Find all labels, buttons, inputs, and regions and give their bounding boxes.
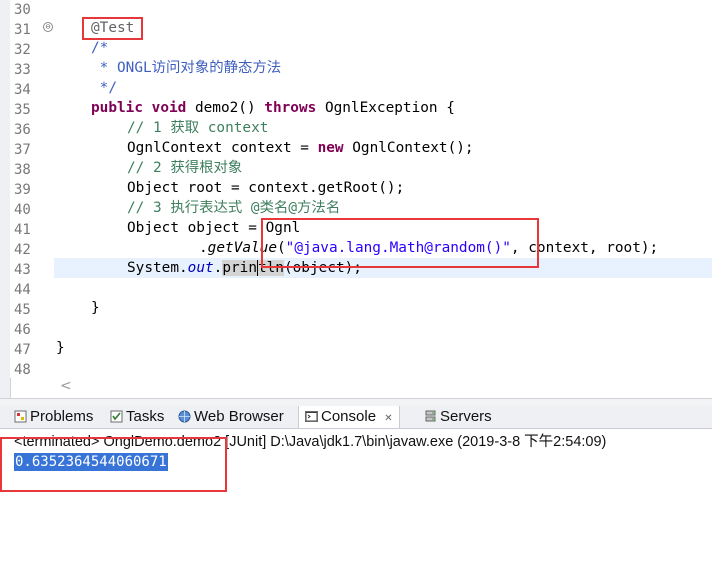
output-highlight-box [0, 437, 227, 492]
code-line-35: public void demo2() throws OgnlException… [91, 100, 455, 116]
code-line-36: // 1 获取 context [127, 120, 269, 136]
line-number: 40 [14, 202, 31, 218]
problems-icon [14, 408, 27, 423]
scroll-left-arrow-icon[interactable]: < [60, 378, 72, 394]
line-number: 41 [14, 222, 31, 238]
tab-tasks[interactable]: Tasks [110, 406, 164, 428]
line-number: 38 [14, 162, 31, 178]
code-line-47: } [56, 340, 65, 356]
tab-servers[interactable]: Servers [424, 406, 492, 428]
tab-web-browser[interactable]: Web Browser [178, 406, 284, 428]
line-number: 32 [14, 42, 31, 58]
code-line-33: * ONGL访问对象的静态方法 [91, 60, 282, 76]
bottom-panel-tabs: Problems Tasks Web Browser Console ✕ Ser… [0, 406, 712, 429]
line-number: 39 [14, 182, 31, 198]
tab-console[interactable]: Console ✕ [298, 406, 400, 428]
code-line-40: // 3 执行表达式 @类名@方法名 [127, 200, 341, 216]
line-number: 37 [14, 142, 31, 158]
line-number: 30 [14, 2, 31, 18]
code-line-39: Object root = context.getRoot(); [127, 180, 405, 196]
code-line-38: // 2 获得根对象 [127, 160, 243, 176]
close-icon[interactable]: ✕ [384, 413, 392, 424]
globe-icon [178, 408, 191, 423]
line-number: 46 [14, 322, 31, 338]
line-number: 31 [14, 22, 31, 38]
code-line-45: } [91, 300, 100, 316]
code-line-34: */ [91, 80, 117, 96]
collapse-fold-icon[interactable]: ⊖ [43, 22, 53, 32]
tab-problems[interactable]: Problems [14, 406, 93, 428]
tasks-icon [110, 408, 123, 423]
line-number: 44 [14, 282, 31, 298]
line-number: 48 [14, 362, 31, 378]
line-number: 36 [14, 122, 31, 138]
annotation-highlight-box [82, 17, 143, 40]
line-number: 34 [14, 82, 31, 98]
expression-highlight-box [261, 218, 539, 268]
code-line-37: OgnlContext context = new OgnlContext(); [127, 140, 474, 156]
line-number: 47 [14, 342, 31, 358]
console-icon [305, 408, 318, 422]
line-number: 42 [14, 242, 31, 258]
code-editor[interactable]: 30 31 32 33 34 35 36 37 38 39 40 41 42 4… [0, 0, 712, 398]
code-line-32: /* [91, 40, 109, 56]
line-number: 33 [14, 62, 31, 78]
horizontal-scrollbar[interactable]: < [54, 378, 712, 396]
line-number: 45 [14, 302, 31, 318]
line-number: 43 [14, 262, 31, 278]
servers-icon [424, 408, 437, 422]
line-number: 35 [14, 102, 31, 118]
